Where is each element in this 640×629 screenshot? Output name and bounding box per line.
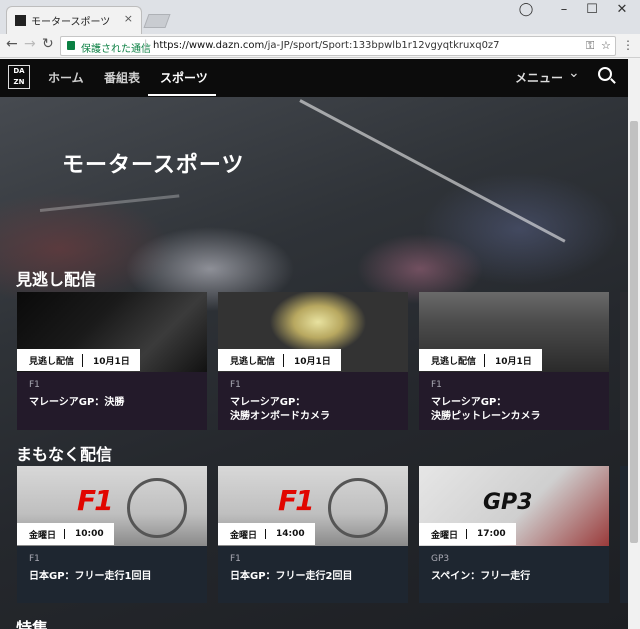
card-sport: F1: [29, 554, 40, 564]
badge-day: 金曜日: [29, 530, 57, 541]
card-sport: F1: [230, 380, 241, 390]
page-scrollbar[interactable]: [628, 59, 640, 629]
video-card[interactable]: GP3 金曜日 17:00 GP3 スペイン：フリー走行: [419, 466, 609, 603]
section-title-replay: 見逃し配信: [16, 270, 97, 289]
lock-icon: [67, 41, 75, 50]
badge-time: 14:00: [265, 529, 315, 539]
badge-day: 金曜日: [230, 530, 258, 541]
url-text[interactable]: https://www.dazn.com/ja-JP/sport/Sport:1…: [153, 40, 500, 51]
gp3-logo: GP3: [483, 490, 533, 515]
tab-title: モータースポーツ: [31, 17, 111, 28]
card-sport: GP3: [431, 554, 450, 564]
tab-close-button[interactable]: ×: [124, 12, 133, 25]
nav-link-schedule[interactable]: 番組表: [104, 69, 140, 86]
ferris-wheel: [127, 478, 187, 538]
card-badge: 見逃し配信 10月1日: [218, 349, 341, 371]
dazn-logo[interactable]: DA ZN: [8, 65, 30, 89]
maximize-button[interactable]: ☐: [578, 2, 606, 17]
section-title-featured: 特集: [16, 619, 49, 629]
back-icon[interactable]: ←: [6, 36, 18, 52]
card-badge: 見逃し配信 10月1日: [17, 349, 140, 371]
ferris-wheel: [328, 478, 388, 538]
badge-time: 10:00: [64, 529, 114, 539]
nav-link-sports[interactable]: スポーツ: [160, 69, 208, 86]
card-title-line2: 決勝ピットレーンカメラ: [431, 411, 541, 422]
card-badge: 金曜日 14:00: [218, 523, 315, 545]
section-title-upcoming: まもなく配信: [16, 445, 113, 464]
card-title: マレーシアGP：: [431, 397, 507, 408]
badge-type: 見逃し配信: [29, 356, 75, 367]
card-title-line2: 決勝オンボードカメラ: [230, 411, 330, 422]
new-tab-button[interactable]: [143, 14, 171, 28]
url-path: /ja-JP/sport/Sport:133bpwlb1r12vgyqtkrux…: [264, 40, 500, 51]
account-icon[interactable]: ◯: [512, 2, 540, 17]
video-card[interactable]: F1 金曜日 14:00 F1 日本GP：フリー走行2回目: [218, 466, 408, 603]
forward-icon[interactable]: →: [24, 36, 36, 52]
track-line: [39, 194, 180, 212]
browser-tab[interactable]: モータースポーツ ×: [6, 6, 142, 34]
address-bar[interactable]: 保護された通信 | https://www.dazn.com/ja-JP/spo…: [60, 36, 616, 56]
card-title: スペイン：フリー走行: [431, 571, 531, 582]
search-icon[interactable]: [598, 67, 612, 81]
top-navigation: DA ZN ホーム 番組表 スポーツ メニュー ⌄: [0, 59, 628, 97]
close-window-button[interactable]: ✕: [608, 2, 636, 17]
scrollbar-thumb[interactable]: [630, 121, 638, 543]
card-sport: F1: [230, 554, 241, 564]
badge-day: 金曜日: [431, 530, 459, 541]
dazn-page: DA ZN ホーム 番組表 スポーツ メニュー ⌄ モータースポーツ 見逃し配信…: [0, 59, 628, 629]
chevron-down-icon[interactable]: ⌄: [568, 65, 580, 81]
video-card[interactable]: 見逃し配信 10月1日 F1 マレーシアGP：決勝: [17, 292, 207, 430]
key-icon[interactable]: ⚿: [586, 39, 594, 53]
card-title: マレーシアGP：決勝: [29, 397, 125, 408]
card-badge: 金曜日 17:00: [419, 523, 516, 545]
card-badge: 見逃し配信 10月1日: [419, 349, 542, 371]
video-card[interactable]: 見逃し配信 10月1日 F1 マレーシアGP： 決勝オンボードカメラ: [218, 292, 408, 430]
badge-date: 10月1日: [484, 353, 542, 367]
next-card-peek[interactable]: [620, 466, 628, 603]
card-title: マレーシアGP：: [230, 397, 306, 408]
page-title: モータースポーツ: [62, 153, 245, 178]
card-title: 日本GP：フリー走行1回目: [29, 571, 152, 582]
star-icon[interactable]: ☆: [601, 39, 611, 52]
card-title: 日本GP：フリー走行2回目: [230, 571, 353, 582]
more-icon[interactable]: ⋮: [622, 38, 634, 52]
badge-time: 17:00: [466, 529, 516, 539]
card-sport: F1: [431, 380, 442, 390]
reload-icon[interactable]: ↻: [42, 36, 54, 52]
track-line: [299, 99, 566, 243]
f1-logo: F1: [278, 484, 315, 517]
url-host: https://www.dazn.com: [153, 40, 265, 51]
card-sport: F1: [29, 380, 40, 390]
browser-toolbar: ← → ↻ 保護された通信 | https://www.dazn.com/ja-…: [0, 34, 640, 58]
video-card[interactable]: F1 金曜日 10:00 F1 日本GP：フリー走行1回目: [17, 466, 207, 603]
video-card[interactable]: 見逃し配信 10月1日 F1 マレーシアGP： 決勝ピットレーンカメラ: [419, 292, 609, 430]
tab-strip: モータースポーツ × ◯ – ☐ ✕: [0, 0, 640, 34]
secure-label: 保護された通信: [81, 44, 151, 55]
badge-type: 見逃し配信: [230, 356, 276, 367]
next-card-peek[interactable]: [620, 292, 628, 430]
card-badge: 金曜日 10:00: [17, 523, 114, 545]
nav-link-home[interactable]: ホーム: [48, 69, 84, 86]
minimize-button[interactable]: –: [550, 2, 578, 17]
favicon-icon: [15, 15, 26, 26]
badge-type: 見逃し配信: [431, 356, 477, 367]
menu-button[interactable]: メニュー: [515, 69, 563, 86]
badge-date: 10月1日: [82, 353, 140, 367]
badge-date: 10月1日: [283, 353, 341, 367]
active-nav-underline: [148, 94, 216, 96]
url-separator: |: [144, 39, 148, 50]
f1-logo: F1: [77, 484, 114, 517]
